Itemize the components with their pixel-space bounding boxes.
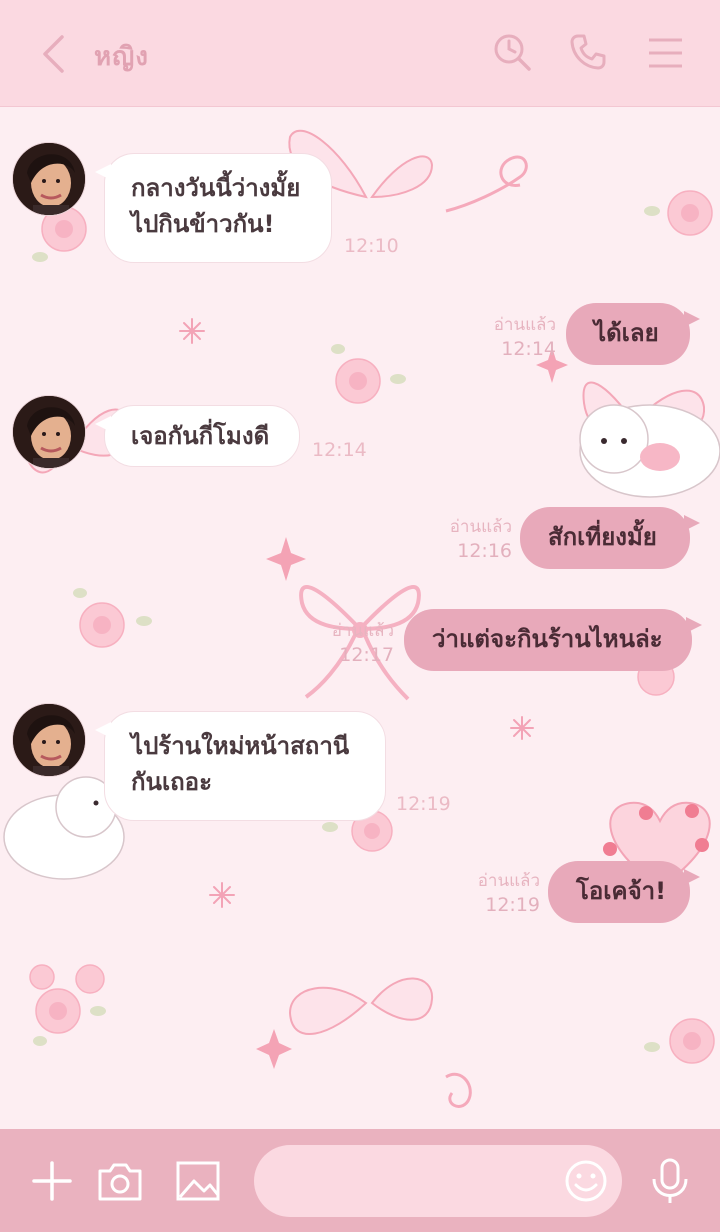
message-bubble-outgoing[interactable]: สักเที่ยงมั้ย (520, 507, 700, 569)
message-bubble-outgoing[interactable]: ว่าแต่จะกินร้านไหนล่ะ (404, 609, 702, 671)
message-text: ได้เลย (594, 319, 659, 347)
message-text: ว่าแต่จะกินร้านไหนล่ะ (432, 625, 663, 653)
message-text: ไปกินข้าวกัน! (131, 210, 275, 238)
message-bubble-incoming[interactable]: ไปร้านใหม่หน้าสถานี กันเถอะ (95, 711, 386, 821)
message-meta: อ่านแล้ว 12:16 (436, 515, 512, 563)
menu-icon[interactable] (646, 32, 686, 72)
chat-area[interactable]: กลางวันนี้ว่างมั้ย ไปกินข้าวกัน! 12:10 อ… (0, 107, 720, 1129)
message-time: 12:16 (457, 540, 512, 562)
message-bubble-incoming[interactable]: กลางวันนี้ว่างมั้ย ไปกินข้าวกัน! (95, 153, 332, 263)
avatar[interactable] (12, 142, 86, 216)
message-meta: อ่านแล้ว 12:14 (480, 313, 556, 361)
message-meta: อ่านแล้ว 12:17 (322, 619, 394, 667)
message-text: กลางวันนี้ว่างมั้ย (131, 174, 301, 202)
back-icon[interactable] (36, 34, 72, 74)
message-text: เจอกันกี่โมงดี (131, 422, 270, 450)
message-time: 12:14 (312, 439, 367, 461)
message-meta: อ่านแล้ว 12:19 (464, 869, 540, 917)
emoji-icon[interactable] (564, 1159, 608, 1203)
search-icon[interactable] (492, 32, 532, 72)
message-text: กันเถอะ (131, 768, 212, 796)
read-receipt: อ่านแล้ว (493, 315, 556, 335)
avatar[interactable] (12, 703, 86, 777)
mic-icon[interactable] (648, 1157, 692, 1205)
chat-header: หญิง (0, 0, 720, 107)
read-receipt: อ่านแล้ว (477, 871, 540, 891)
message-text: โอเคจ้า! (576, 877, 667, 905)
message-time: 12:10 (344, 235, 399, 257)
message-time: 12:14 (501, 338, 556, 360)
message-composer (0, 1129, 720, 1232)
avatar[interactable] (12, 395, 86, 469)
message-text: สักเที่ยงมั้ย (548, 523, 657, 551)
message-bubble-outgoing[interactable]: โอเคจ้า! (548, 861, 700, 923)
chat-title: หญิง (94, 42, 149, 72)
message-time: 12:17 (339, 644, 394, 666)
read-receipt: อ่านแล้ว (331, 621, 394, 641)
camera-icon[interactable] (96, 1157, 144, 1205)
message-time: 12:19 (485, 894, 540, 916)
image-icon[interactable] (174, 1157, 222, 1205)
read-receipt: อ่านแล้ว (449, 517, 512, 537)
message-bubble-outgoing[interactable]: ได้เลย (566, 303, 700, 365)
phone-icon[interactable] (568, 32, 608, 72)
message-text: ไปร้านใหม่หน้าสถานี (131, 732, 350, 760)
plus-icon[interactable] (28, 1157, 76, 1205)
message-bubble-incoming[interactable]: เจอกันกี่โมงดี (95, 405, 300, 467)
message-time: 12:19 (396, 793, 451, 815)
